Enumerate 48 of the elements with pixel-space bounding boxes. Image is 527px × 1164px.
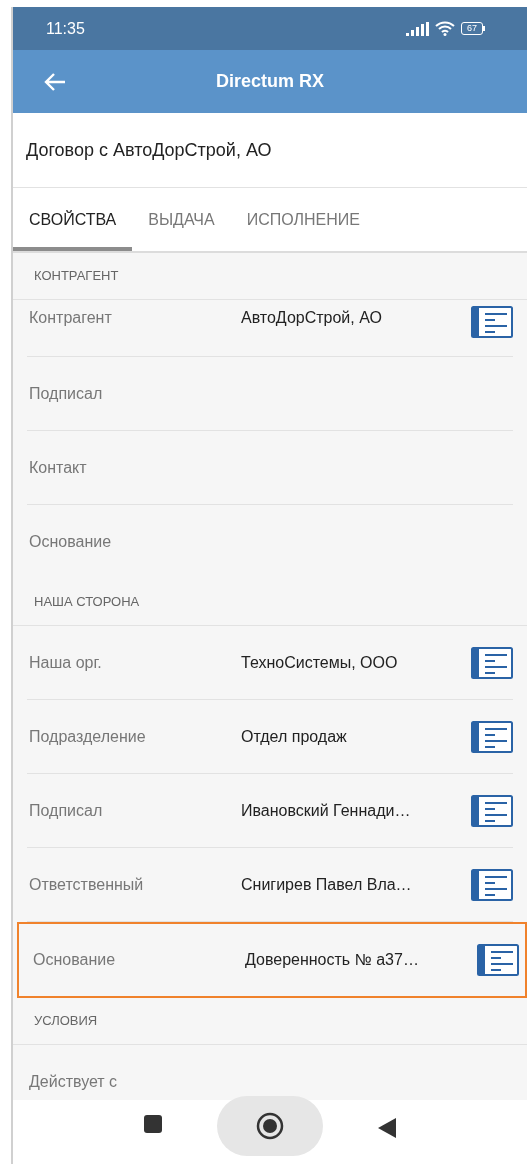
section-header: УСЛОВИЯ (34, 1012, 98, 1031)
property-label: Основание (29, 532, 113, 552)
status-time: 11:35 (46, 18, 85, 39)
square-icon (143, 1114, 163, 1134)
property-value: Доверенность № а37… (245, 950, 420, 970)
property-row[interactable]: Подразделение Отдел продаж (27, 700, 513, 774)
battery-icon: 67 (461, 22, 485, 35)
property-label: Контрагент (29, 308, 113, 328)
list-icon[interactable] (471, 646, 513, 679)
list-icon[interactable] (471, 868, 513, 901)
home-circle-icon (256, 1112, 284, 1140)
property-row[interactable]: Основание (27, 505, 513, 579)
section-header: НАША СТОРОНА (34, 593, 140, 612)
property-label: Подписал (29, 800, 104, 821)
property-row[interactable]: Подписал Ивановский Геннади… (27, 774, 513, 848)
tab[interactable]: СВОЙСТВА (13, 188, 133, 251)
property-label: Основание (33, 950, 117, 970)
list-icon[interactable] (471, 720, 513, 753)
triangle-back-icon (377, 1117, 397, 1139)
property-label: Подписал (29, 383, 104, 404)
property-row[interactable]: Наша орг. ТехноСистемы, ООО (27, 626, 513, 700)
property-row[interactable]: Контакт (27, 431, 513, 505)
list-icon[interactable] (477, 944, 519, 976)
property-label: Действует с (29, 1072, 119, 1092)
property-row[interactable]: Ответственный Снигирев Павел Вла… (27, 848, 513, 922)
property-label: Подразделение (29, 726, 147, 747)
property-label: Ответственный (29, 874, 145, 895)
property-label: Наша орг. (29, 652, 103, 673)
property-row[interactable]: Основание Доверенность № а37… (17, 922, 527, 998)
app-title: Directum RX (216, 70, 324, 93)
wifi-icon (435, 21, 455, 36)
tab[interactable]: ВЫДАЧА (132, 188, 231, 251)
tab[interactable]: ИСПОЛНЕНИЕ (230, 188, 376, 251)
property-row[interactable]: Действует с (27, 1045, 513, 1100)
signal-icon (406, 21, 429, 36)
property-label: Контакт (29, 457, 88, 478)
property-value: ТехноСистемы, ООО (241, 652, 399, 673)
property-value: Снигирев Павел Вла… (241, 874, 413, 895)
property-value: Отдел продаж (241, 726, 348, 747)
section-header: КОНТРАГЕНТ (34, 267, 119, 286)
list-icon[interactable] (471, 794, 513, 827)
property-row[interactable]: Подписал (27, 357, 513, 431)
property-value: АвтоДорСтрой, АО (241, 308, 383, 328)
list-icon[interactable] (471, 306, 513, 338)
property-row[interactable]: Контрагент АвтоДорСтрой, АО (27, 300, 513, 357)
document-title: Договор с АвтоДорСтрой, АО (26, 138, 272, 162)
back-arrow-icon (43, 72, 67, 92)
property-value: Ивановский Геннади… (241, 800, 412, 821)
